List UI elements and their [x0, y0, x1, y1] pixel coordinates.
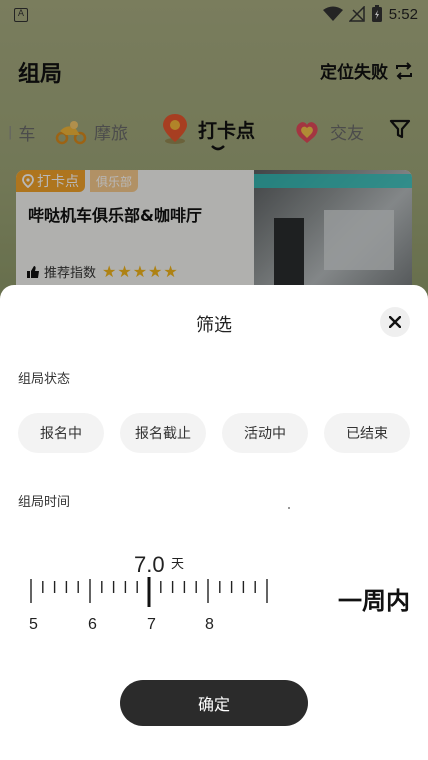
ruler-tick-label: 6 — [88, 616, 97, 633]
status-options: 报名中 报名截止 活动中 已结束 — [18, 413, 410, 453]
ruler-tick-label: 7 — [147, 616, 156, 633]
status-option[interactable]: 活动中 — [222, 413, 308, 453]
time-section-label: 组局时间 — [18, 495, 71, 510]
close-button[interactable] — [380, 307, 410, 337]
modal-overlay[interactable] — [0, 0, 428, 300]
status-section-label: 组局状态 — [18, 372, 71, 387]
ruler-value: 7.0 — [134, 552, 165, 577]
close-icon — [389, 316, 401, 328]
time-range-text: 一周内 — [338, 587, 410, 615]
sheet-title: 筛选 — [196, 315, 232, 336]
confirm-button[interactable]: 确定 — [120, 680, 308, 726]
ruler-tick-label: 8 — [205, 616, 214, 633]
status-option[interactable]: 已结束 — [324, 413, 410, 453]
status-option[interactable]: 报名中 — [18, 413, 104, 453]
day-ruler-slider[interactable] — [22, 577, 272, 611]
status-option[interactable]: 报名截止 — [120, 413, 206, 453]
filter-sheet: 筛选 组局状态 报名中 报名截止 活动中 已结束 组局时间 7.0 天 5 6 … — [0, 285, 428, 760]
ruler-unit: 天 — [171, 557, 185, 572]
ruler-tick-label: 5 — [29, 616, 38, 633]
